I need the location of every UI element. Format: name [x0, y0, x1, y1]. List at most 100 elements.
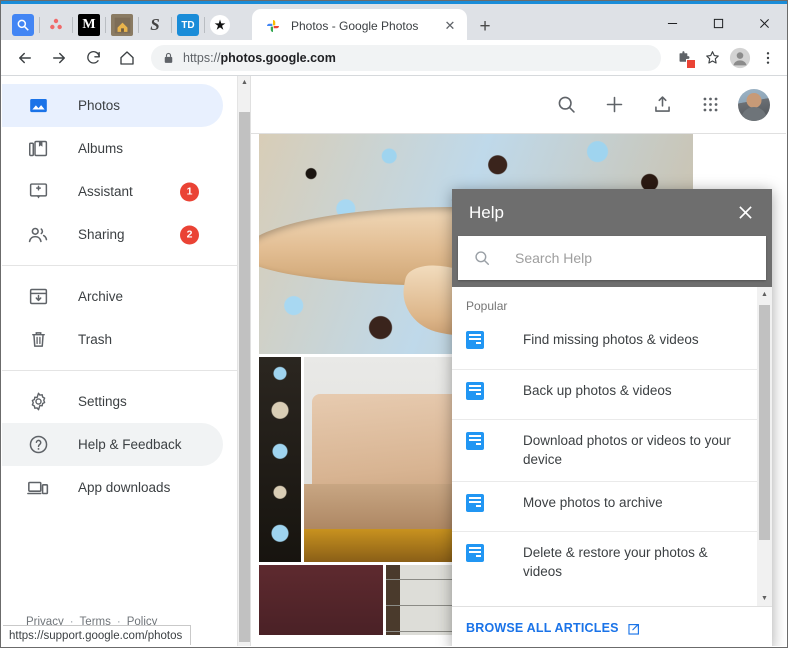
- list-item[interactable]: Find missing photos & videos: [452, 319, 757, 369]
- help-circle-icon: [26, 433, 50, 457]
- browser-tab-photos[interactable]: Photos - Google Photos ✕: [252, 9, 467, 43]
- article-title: Download photos or videos to your device: [523, 433, 731, 468]
- archive-icon: [26, 285, 50, 309]
- article-icon: [466, 543, 484, 562]
- article-title: Back up photos & videos: [523, 383, 672, 398]
- new-tab-button[interactable]: +: [473, 15, 497, 39]
- sidebar-item-label: Settings: [78, 394, 127, 409]
- sidebar-item-label: Photos: [78, 98, 121, 113]
- tab-close-icon[interactable]: ✕: [440, 16, 460, 36]
- search-input[interactable]: [513, 249, 752, 267]
- external-link-icon: [628, 622, 641, 635]
- upload-icon[interactable]: [642, 85, 682, 125]
- page-scrollbar[interactable]: ▲: [238, 76, 251, 646]
- sidebar-divider: [2, 265, 237, 266]
- extension-puzzle-icon[interactable]: [671, 45, 697, 71]
- scroll-up-arrow[interactable]: ▲: [757, 287, 772, 302]
- google-search-extension-icon[interactable]: [12, 14, 34, 36]
- albums-icon: [26, 137, 50, 161]
- page-scrollbar-thumb[interactable]: [239, 112, 250, 642]
- back-icon[interactable]: [11, 44, 39, 72]
- list-item[interactable]: Move photos to archive: [452, 480, 757, 531]
- status-bar-url: https://support.google.com/photos: [3, 625, 192, 645]
- sidebar-item-albums[interactable]: Albums: [2, 127, 223, 170]
- apps-grid-icon[interactable]: [690, 85, 730, 125]
- scroll-down-arrow[interactable]: ▼: [757, 591, 772, 606]
- maximize-button[interactable]: [695, 7, 741, 40]
- article-icon: [466, 382, 484, 400]
- extension-divider: [72, 17, 73, 33]
- extension-divider: [39, 17, 40, 33]
- sidebar-item-help-feedback[interactable]: Help & Feedback: [2, 423, 223, 466]
- medium-extension-icon[interactable]: M: [78, 14, 100, 36]
- help-search-box[interactable]: [458, 236, 766, 280]
- status-badge: 2: [180, 225, 199, 244]
- home-icon[interactable]: [113, 44, 141, 72]
- minimize-button[interactable]: [649, 7, 695, 40]
- browse-all-articles-label: BROWSE ALL ARTICLES: [466, 621, 619, 635]
- browse-all-articles-link[interactable]: BROWSE ALL ARTICLES: [466, 621, 641, 635]
- sidebar-item-label: Sharing: [78, 227, 125, 242]
- bookmark-star-icon[interactable]: [699, 45, 725, 71]
- browser-titlebar: M S TD ★ Photos - Google Photos ✕ +: [1, 1, 787, 43]
- search-icon[interactable]: [546, 85, 586, 125]
- sidebar-item-archive[interactable]: Archive: [2, 275, 223, 318]
- extension-divider: [171, 17, 172, 33]
- sidebar-item-label: App downloads: [78, 480, 171, 495]
- close-icon[interactable]: [732, 200, 758, 226]
- trash-icon: [26, 328, 50, 352]
- google-photos-favicon: [265, 18, 281, 34]
- forward-icon[interactable]: [45, 44, 73, 72]
- profile-avatar-icon[interactable]: [727, 45, 753, 71]
- photo-thumbnail[interactable]: [259, 565, 383, 635]
- extension-divider: [105, 17, 106, 33]
- list-item[interactable]: Delete & restore your photos & videos: [452, 530, 757, 593]
- sidebar-item-assistant[interactable]: Assistant 1: [2, 170, 223, 213]
- photos-app-header: [251, 76, 786, 134]
- house-extension-icon[interactable]: [111, 14, 133, 36]
- asana-extension-icon[interactable]: [45, 14, 67, 36]
- help-panel-header: Help: [452, 189, 772, 236]
- scroll-up-arrow[interactable]: ▲: [238, 76, 251, 89]
- devices-icon: [26, 476, 50, 500]
- sidebar-item-label: Archive: [78, 289, 124, 304]
- address-bar-url: https://photos.google.com: [183, 50, 336, 65]
- sidebar-item-sharing[interactable]: Sharing 2: [2, 213, 223, 256]
- reload-icon[interactable]: [79, 44, 107, 72]
- address-bar[interactable]: https://photos.google.com: [151, 44, 661, 71]
- sidebar-divider: [2, 370, 237, 371]
- help-panel-body: Popular Find missing photos & videos Bac…: [452, 287, 772, 606]
- help-scrollbar[interactable]: ▲ ▼: [757, 287, 772, 606]
- sharing-icon: [26, 223, 50, 247]
- sidebar-item-trash[interactable]: Trash: [2, 318, 223, 361]
- article-title: Delete & restore your photos & videos: [523, 544, 708, 580]
- article-icon: [466, 493, 484, 512]
- lock-icon: [161, 51, 175, 65]
- search-icon: [472, 248, 492, 268]
- account-avatar[interactable]: [738, 88, 770, 121]
- sidebar-item-settings[interactable]: Settings: [2, 380, 223, 423]
- sidebar-item-label: Assistant: [78, 184, 133, 199]
- bookmark-star-extension-icon[interactable]: ★: [210, 15, 230, 35]
- help-scrollbar-thumb[interactable]: [759, 305, 770, 540]
- list-item[interactable]: Back up photos & videos: [452, 369, 757, 419]
- sidebar-item-label: Albums: [78, 141, 124, 156]
- article-icon: [466, 432, 484, 450]
- todoist-extension-icon[interactable]: TD: [177, 14, 199, 36]
- photo-thumbnail[interactable]: [259, 357, 301, 562]
- toolbar-right-icons: [669, 45, 781, 71]
- help-panel: Help Search Help Popular Find missing ph…: [452, 189, 772, 646]
- assistant-icon: [26, 180, 50, 204]
- tab-title: Photos - Google Photos: [291, 19, 419, 33]
- add-icon[interactable]: [594, 85, 634, 125]
- browser-window: M S TD ★ Photos - Google Photos ✕ + http…: [0, 0, 788, 648]
- article-icon: [466, 331, 484, 349]
- browser-menu-icon[interactable]: [755, 45, 781, 71]
- sidebar-item-app-downloads[interactable]: App downloads: [2, 466, 223, 509]
- help-panel-title: Help: [469, 202, 504, 222]
- sidebar-item-photos[interactable]: Photos: [2, 84, 223, 127]
- article-title: Find missing photos & videos: [523, 332, 699, 347]
- s-extension-icon[interactable]: S: [144, 14, 166, 36]
- list-item[interactable]: Download photos or videos to your device: [452, 419, 757, 481]
- close-button[interactable]: [741, 7, 787, 40]
